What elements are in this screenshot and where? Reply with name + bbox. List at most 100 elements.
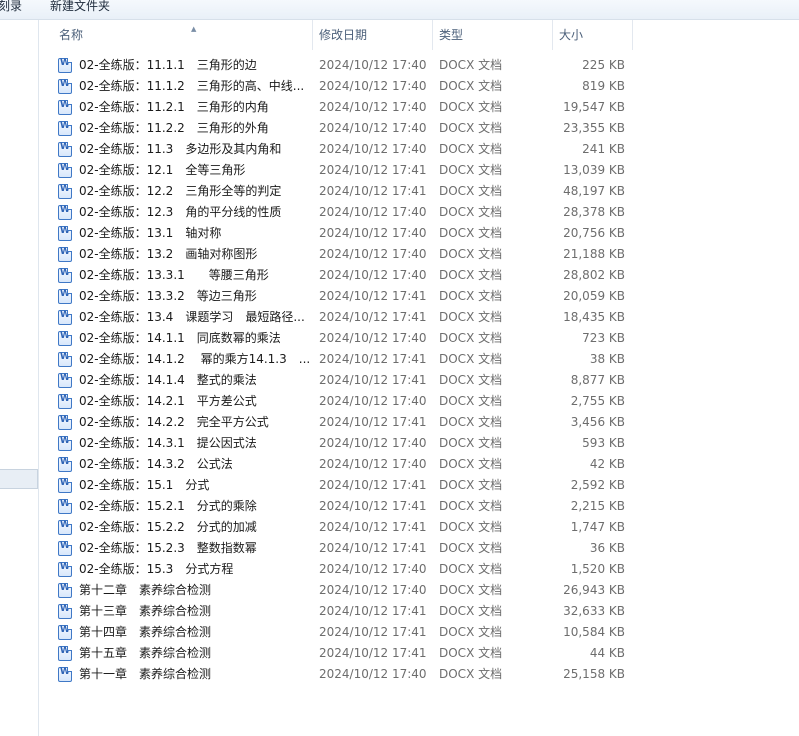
file-row[interactable]: 02-全练版：11.1.2 三角形的高、中线... 2024/10/12 17:4… bbox=[40, 76, 799, 97]
file-name: 02-全练版：13.3.1 等腰三角形 bbox=[79, 268, 269, 282]
file-size: 21,188 KB bbox=[563, 247, 625, 261]
file-size: 28,802 KB bbox=[563, 268, 625, 282]
file-date: 2024/10/12 17:40 bbox=[319, 247, 427, 261]
file-type: DOCX 文档 bbox=[439, 394, 503, 408]
file-size: 18,435 KB bbox=[563, 310, 625, 324]
file-size: 2,592 KB bbox=[570, 478, 625, 492]
file-row[interactable]: 02-全练版：11.2.1 三角形的内角 2024/10/12 17:40 DOCX… bbox=[40, 97, 799, 118]
file-row[interactable]: 第十一章 素养综合检测 2024/10/12 17:40 DOCX 文档 25,158… bbox=[40, 664, 799, 685]
file-date: 2024/10/12 17:40 bbox=[319, 667, 427, 681]
docx-file-icon bbox=[58, 583, 72, 598]
navigation-pane bbox=[0, 20, 39, 736]
file-date: 2024/10/12 17:41 bbox=[319, 541, 427, 555]
docx-file-icon bbox=[58, 499, 72, 514]
file-row[interactable]: 02-全练版：13.1 轴对称 2024/10/12 17:40 DOCX 文档 20… bbox=[40, 223, 799, 244]
docx-file-icon bbox=[58, 562, 72, 577]
file-type: DOCX 文档 bbox=[439, 310, 503, 324]
column-header-date-label: 修改日期 bbox=[319, 28, 368, 42]
file-date: 2024/10/12 17:40 bbox=[319, 100, 427, 114]
file-date: 2024/10/12 17:41 bbox=[319, 646, 427, 660]
file-name: 02-全练版：14.3.2 公式法 bbox=[79, 457, 233, 471]
file-row[interactable]: 02-全练版：14.2.2 完全平方公式 2024/10/12 17:41 DOCX… bbox=[40, 412, 799, 433]
file-row[interactable]: 02-全练版：14.1.4 整式的乘法 2024/10/12 17:41 DOCX … bbox=[40, 370, 799, 391]
docx-file-icon bbox=[58, 331, 72, 346]
file-row[interactable]: 第十三章 素养综合检测 2024/10/12 17:41 DOCX 文档 32,633… bbox=[40, 601, 799, 622]
file-row[interactable]: 02-全练版：13.2 画轴对称图形 2024/10/12 17:40 DOCX 文… bbox=[40, 244, 799, 265]
docx-file-icon bbox=[58, 163, 72, 178]
file-row[interactable]: 02-全练版：13.3.2 等边三角形 2024/10/12 17:41 DOCX … bbox=[40, 286, 799, 307]
file-name: 02-全练版：11.1.1 三角形的边 bbox=[79, 58, 257, 72]
docx-file-icon bbox=[58, 478, 72, 493]
file-name: 02-全练版：15.3 分式方程 bbox=[79, 562, 234, 576]
new-folder-button[interactable]: 新建文件夹 bbox=[50, 0, 110, 16]
file-date: 2024/10/12 17:40 bbox=[319, 205, 427, 219]
file-size: 20,756 KB bbox=[563, 226, 625, 240]
file-date: 2024/10/12 17:40 bbox=[319, 436, 427, 450]
file-size: 8,877 KB bbox=[570, 373, 625, 387]
file-size: 1,747 KB bbox=[570, 520, 625, 534]
file-row[interactable]: 02-全练版：14.3.2 公式法 2024/10/12 17:40 DOCX 文档… bbox=[40, 454, 799, 475]
file-row[interactable]: 02-全练版：14.2.1 平方差公式 2024/10/12 17:40 DOCX … bbox=[40, 391, 799, 412]
column-header-size-label: 大小 bbox=[559, 28, 584, 42]
file-row[interactable]: 02-全练版：15.2.2 分式的加减 2024/10/12 17:41 DOCX … bbox=[40, 517, 799, 538]
file-size: 19,547 KB bbox=[563, 100, 625, 114]
file-row[interactable]: 02-全练版：11.1.1 三角形的边 2024/10/12 17:40 DOCX … bbox=[40, 55, 799, 76]
docx-file-icon bbox=[58, 436, 72, 451]
file-row[interactable]: 第十四章 素养综合检测 2024/10/12 17:41 DOCX 文档 10,584… bbox=[40, 622, 799, 643]
file-size: 36 KB bbox=[589, 541, 625, 555]
file-type: DOCX 文档 bbox=[439, 520, 503, 534]
file-type: DOCX 文档 bbox=[439, 499, 503, 513]
file-row[interactable]: 02-全练版：15.2.3 整数指数幂 2024/10/12 17:41 DOCX … bbox=[40, 538, 799, 559]
file-row[interactable]: 02-全练版：13.3.1 等腰三角形 2024/10/12 17:40 DOCX … bbox=[40, 265, 799, 286]
column-header-size[interactable]: 大小 bbox=[553, 20, 633, 50]
file-date: 2024/10/12 17:41 bbox=[319, 625, 427, 639]
file-type: DOCX 文档 bbox=[439, 205, 503, 219]
file-row[interactable]: 02-全练版：15.3 分式方程 2024/10/12 17:40 DOCX 文档 1… bbox=[40, 559, 799, 580]
file-row[interactable]: 02-全练版：14.3.1 提公因式法 2024/10/12 17:40 DOCX … bbox=[40, 433, 799, 454]
file-name: 第十二章 素养综合检测 bbox=[79, 583, 212, 597]
file-size: 10,584 KB bbox=[563, 625, 625, 639]
file-name: 02-全练版：11.2.2 三角形的外角 bbox=[79, 121, 269, 135]
file-row[interactable]: 02-全练版：11.3 多边形及其内角和 2024/10/12 17:40 DOCX… bbox=[40, 139, 799, 160]
file-name: 02-全练版：13.2 画轴对称图形 bbox=[79, 247, 258, 261]
file-name: 02-全练版：12.1 全等三角形 bbox=[79, 163, 246, 177]
file-size: 42 KB bbox=[589, 457, 625, 471]
file-size: 48,197 KB bbox=[563, 184, 625, 198]
file-row[interactable]: 02-全练版：12.2 三角形全等的判定 2024/10/12 17:41 DOCX… bbox=[40, 181, 799, 202]
file-type: DOCX 文档 bbox=[439, 583, 503, 597]
file-type: DOCX 文档 bbox=[439, 478, 503, 492]
file-type: DOCX 文档 bbox=[439, 163, 503, 177]
column-header-type[interactable]: 类型 bbox=[433, 20, 553, 50]
burn-button[interactable]: 刻录 bbox=[0, 0, 22, 16]
file-size: 819 KB bbox=[582, 79, 625, 93]
file-date: 2024/10/12 17:40 bbox=[319, 142, 427, 156]
file-date: 2024/10/12 17:40 bbox=[319, 58, 427, 72]
file-date: 2024/10/12 17:41 bbox=[319, 184, 427, 198]
file-row[interactable]: 第十二章 素养综合检测 2024/10/12 17:40 DOCX 文档 26,943… bbox=[40, 580, 799, 601]
docx-file-icon bbox=[58, 457, 72, 472]
docx-file-icon bbox=[58, 79, 72, 94]
file-type: DOCX 文档 bbox=[439, 184, 503, 198]
docx-file-icon bbox=[58, 352, 72, 367]
file-name: 第十五章 素养综合检测 bbox=[79, 646, 212, 660]
file-row[interactable]: 02-全练版：15.2.1 分式的乘除 2024/10/12 17:41 DOCX … bbox=[40, 496, 799, 517]
file-row[interactable]: 第十五章 素养综合检测 2024/10/12 17:41 DOCX 文档 44 KB bbox=[40, 643, 799, 664]
file-row[interactable]: 02-全练版：14.1.2 幂的乘方14.1.3 ... 2024/10/12 1… bbox=[40, 349, 799, 370]
file-row[interactable]: 02-全练版：13.4 课题学习 最短路径... 2024/10/12 17:41… bbox=[40, 307, 799, 328]
file-row[interactable]: 02-全练版：11.2.2 三角形的外角 2024/10/12 17:40 DOCX… bbox=[40, 118, 799, 139]
nav-selected-item[interactable] bbox=[0, 469, 38, 489]
file-type: DOCX 文档 bbox=[439, 646, 503, 660]
file-name: 02-全练版：14.2.2 完全平方公式 bbox=[79, 415, 269, 429]
file-date: 2024/10/12 17:40 bbox=[319, 331, 427, 345]
column-header-name[interactable]: 名称 ▲ bbox=[53, 20, 313, 50]
file-date: 2024/10/12 17:40 bbox=[319, 226, 427, 240]
file-row[interactable]: 02-全练版：12.1 全等三角形 2024/10/12 17:41 DOCX 文档… bbox=[40, 160, 799, 181]
file-type: DOCX 文档 bbox=[439, 142, 503, 156]
file-name: 第十四章 素养综合检测 bbox=[79, 625, 212, 639]
file-type: DOCX 文档 bbox=[439, 79, 503, 93]
docx-file-icon bbox=[58, 58, 72, 73]
file-row[interactable]: 02-全练版：15.1 分式 2024/10/12 17:41 DOCX 文档 2,5… bbox=[40, 475, 799, 496]
file-row[interactable]: 02-全练版：14.1.1 同底数幂的乘法 2024/10/12 17:40 DOC… bbox=[40, 328, 799, 349]
column-header-date[interactable]: 修改日期 bbox=[313, 20, 433, 50]
file-row[interactable]: 02-全练版：12.3 角的平分线的性质 2024/10/12 17:40 DOCX… bbox=[40, 202, 799, 223]
